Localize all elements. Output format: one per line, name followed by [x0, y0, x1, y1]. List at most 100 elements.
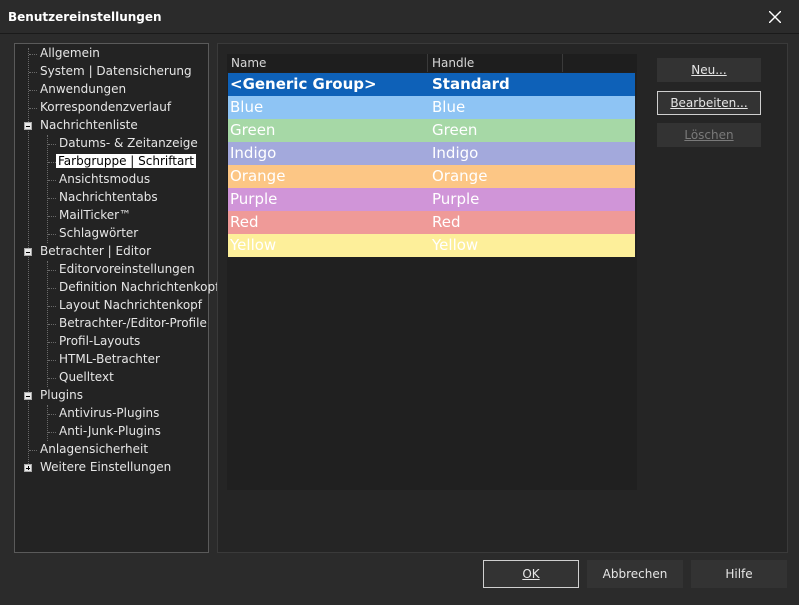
tree-item-label: Korrespondenzverlauf — [40, 100, 172, 114]
list-row[interactable]: Blue Blue — [228, 96, 635, 119]
row-name: Green — [230, 121, 276, 139]
help-button-label: Hilfe — [725, 567, 753, 581]
tree-connector — [48, 162, 56, 163]
edit-button[interactable]: Bearbeiten... — [657, 91, 761, 115]
row-handle: Orange — [432, 167, 488, 185]
row-name: Indigo — [230, 144, 277, 162]
expand-icon[interactable] — [24, 464, 32, 472]
collapse-icon[interactable] — [24, 392, 32, 400]
close-button[interactable] — [751, 0, 799, 33]
tree-item-betrachter-editor[interactable]: Betrachter | Editor — [40, 243, 151, 260]
collapse-icon[interactable] — [24, 122, 32, 130]
tree-item-system[interactable]: System | Datensicherung — [40, 63, 192, 80]
row-handle: Blue — [432, 98, 466, 116]
tree-connector — [48, 270, 56, 271]
tree-item-anti-junk-plugins[interactable]: Anti-Junk-Plugins — [59, 423, 161, 440]
tree-item-label: Layout Nachrichtenkopf — [59, 298, 203, 312]
tree-item-ansichtsmodus[interactable]: Ansichtsmodus — [59, 171, 150, 188]
tree-connector — [48, 342, 56, 343]
tree-item-anlagensicherheit[interactable]: Anlagensicherheit — [40, 441, 148, 458]
row-handle: Red — [432, 213, 461, 231]
window-title: Benutzereinstellungen — [8, 10, 162, 24]
tree-connector — [48, 360, 56, 361]
tree-connector — [29, 108, 37, 109]
cancel-button-label: Abbrechen — [602, 567, 668, 581]
column-header-name[interactable]: Name — [227, 54, 428, 72]
list-row[interactable]: Indigo Indigo — [228, 142, 635, 165]
list-row[interactable]: Orange Orange — [228, 165, 635, 188]
row-handle: Green — [432, 121, 478, 139]
tree-item-schlagwoerter[interactable]: Schlagwörter — [59, 225, 138, 242]
tree-item-label: HTML-Betrachter — [59, 352, 160, 366]
tree-connector — [29, 54, 37, 55]
tree-connector — [28, 48, 29, 468]
row-handle: Yellow — [432, 236, 479, 254]
list-row[interactable]: Purple Purple — [228, 188, 635, 211]
delete-button[interactable]: Löschen — [657, 123, 761, 147]
row-name: Red — [230, 213, 259, 231]
tree-connector — [29, 90, 37, 91]
help-button[interactable]: Hilfe — [691, 560, 787, 588]
cancel-button[interactable]: Abbrechen — [587, 560, 683, 588]
tree-item-plugins[interactable]: Plugins — [40, 387, 83, 404]
tree-item-profil-layouts[interactable]: Profil-Layouts — [59, 333, 140, 350]
tree-item-label: Datums- & Zeitanzeige — [59, 136, 198, 150]
tree-connector — [48, 306, 56, 307]
delete-button-label: Löschen — [684, 128, 734, 142]
tree-item-label: Schlagwörter — [59, 226, 139, 240]
collapse-icon[interactable] — [24, 248, 32, 256]
tree-connector — [47, 135, 48, 243]
tree-item-nachrichtentabs[interactable]: Nachrichtentabs — [59, 189, 158, 206]
tree-item-label: Betrachter | Editor — [40, 244, 152, 258]
tree-connector — [48, 288, 56, 289]
row-handle: Purple — [432, 190, 480, 208]
tree-connector — [48, 378, 56, 379]
tree-item-html-betrachter[interactable]: HTML-Betrachter — [59, 351, 160, 368]
row-name: Purple — [230, 190, 278, 208]
new-button[interactable]: Neu... — [657, 58, 761, 82]
ok-button[interactable]: OK — [483, 560, 579, 588]
tree-item-label: Allgemein — [40, 46, 100, 60]
tree-item-quelltext[interactable]: Quelltext — [59, 369, 114, 386]
tree-item-label: Nachrichtentabs — [59, 190, 158, 204]
color-group-list[interactable]: Name Handle <Generic Group> Standard Blue B… — [227, 54, 637, 490]
tree-connector — [48, 198, 56, 199]
tree-item-label: Weitere Einstellungen — [40, 460, 172, 474]
row-name: Yellow — [230, 236, 277, 254]
tree-item-label: Profil-Layouts — [59, 334, 141, 348]
tree-item-antivirus-plugins[interactable]: Antivirus-Plugins — [59, 405, 159, 422]
tree-connector — [48, 144, 56, 145]
tree-item-editorvoreinstellungen[interactable]: Editorvoreinstellungen — [59, 261, 195, 278]
tree-item-weitere-einstellungen[interactable]: Weitere Einstellungen — [40, 459, 171, 476]
row-name: <Generic Group> — [230, 75, 377, 93]
tree-item-farbgruppe-schriftart[interactable]: Farbgruppe | Schriftart — [56, 153, 196, 170]
row-name: Orange — [230, 167, 286, 185]
tree-item-datums-zeitanzeige[interactable]: Datums- & Zeitanzeige — [59, 135, 198, 152]
tree-item-label: Anti-Junk-Plugins — [59, 424, 161, 438]
tree-item-layout-nachrichtenkopf[interactable]: Layout Nachrichtenkopf — [59, 297, 202, 314]
tree-item-label: Anwendungen — [40, 82, 127, 96]
tree-connector — [47, 405, 48, 441]
tree-item-definition-nachrichtenkopf[interactable]: Definition Nachrichtenkopf — [59, 279, 219, 296]
tree-item-betrachter-editor-profile[interactable]: Betrachter-/Editor-Profile — [59, 315, 207, 332]
tree-item-label: Farbgruppe | Schriftart — [56, 154, 196, 168]
tree-item-korrespondenzverlauf[interactable]: Korrespondenzverlauf — [40, 99, 171, 116]
list-row[interactable]: Red Red — [228, 211, 635, 234]
tree-connector — [48, 180, 56, 181]
tree-item-nachrichtenliste[interactable]: Nachrichtenliste — [40, 117, 138, 134]
tree-item-mailticker[interactable]: MailTicker™ — [59, 207, 131, 224]
tree-item-label: System | Datensicherung — [40, 64, 192, 78]
new-button-label: Neu... — [691, 63, 727, 77]
list-row[interactable]: Yellow Yellow — [228, 234, 635, 257]
tree-item-anwendungen[interactable]: Anwendungen — [40, 81, 126, 98]
close-icon — [769, 10, 781, 23]
tree-item-label: Nachrichtenliste — [40, 118, 138, 132]
list-row[interactable]: <Generic Group> Standard — [228, 73, 635, 96]
tree-connector — [48, 414, 56, 415]
list-row[interactable]: Green Green — [228, 119, 635, 142]
tree-item-label: Plugins — [40, 388, 83, 402]
tree-item-allgemein[interactable]: Allgemein — [40, 45, 100, 62]
row-handle: Indigo — [432, 144, 479, 162]
column-header-handle[interactable]: Handle — [428, 54, 563, 72]
tree-connector — [29, 72, 37, 73]
